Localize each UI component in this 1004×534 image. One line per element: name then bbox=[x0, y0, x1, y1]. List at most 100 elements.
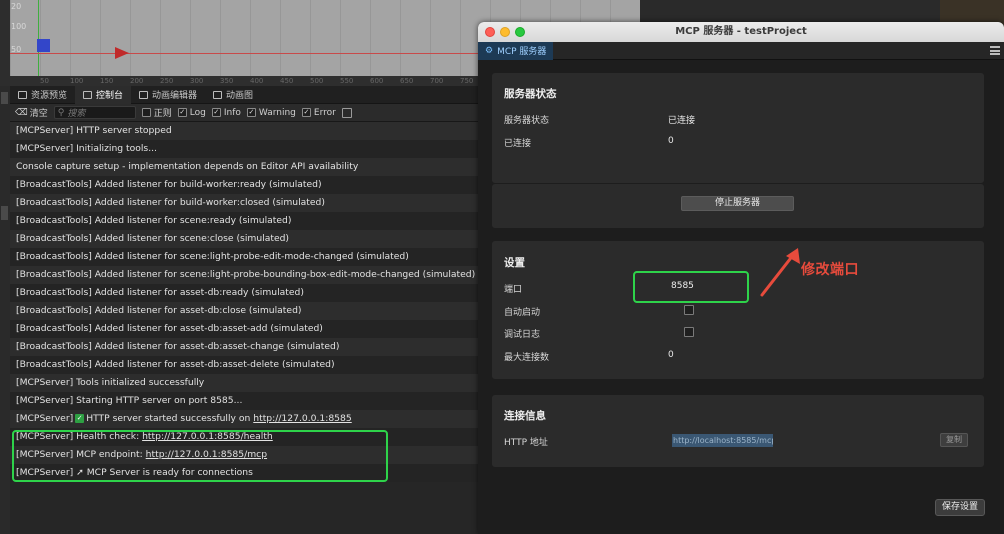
ruler-tick: 500 bbox=[310, 77, 324, 85]
ruler-tick: 400 bbox=[250, 77, 264, 85]
section-title: 服务器状态 bbox=[504, 88, 557, 100]
server-control-section: 停止服务器 bbox=[492, 184, 984, 228]
ruler-tick: 550 bbox=[340, 77, 354, 85]
check-icon: ✓ bbox=[177, 108, 187, 117]
tab-label: 控制台 bbox=[96, 91, 124, 101]
ruler-tick: 350 bbox=[220, 77, 234, 85]
server-status-section: 服务器状态 服务器状态 已连接 已连接 0 bbox=[492, 73, 984, 183]
log-text: [BroadcastTools] Added listener for buil… bbox=[16, 179, 322, 190]
panel-tabbar: ⚙ MCP 服务器 bbox=[478, 41, 1004, 60]
log-text: [BroadcastTools] Added listener for asse… bbox=[16, 305, 302, 316]
annotation-label: 修改端口 bbox=[801, 262, 859, 278]
log-row[interactable]: [BroadcastTools] Added listener for asse… bbox=[10, 302, 478, 320]
y-tick: 100 bbox=[11, 22, 27, 31]
auto-start-label: 自动启动 bbox=[504, 308, 541, 318]
log-text: Console capture setup - implementation d… bbox=[16, 161, 359, 172]
connection-info-section: 连接信息 HTTP 地址 http://localhost:8585/mcp 复… bbox=[492, 395, 984, 467]
info-label: Info bbox=[223, 107, 241, 118]
log-row[interactable]: [BroadcastTools] Added listener for asse… bbox=[10, 320, 478, 338]
log-label: Log bbox=[189, 107, 206, 118]
auto-start-checkbox[interactable] bbox=[684, 305, 694, 315]
log-prefix: [MCPServer] bbox=[16, 413, 74, 424]
ruler-tick: 200 bbox=[130, 77, 144, 85]
animation-editor-icon bbox=[139, 90, 149, 99]
log-row[interactable]: [BroadcastTools] Added listener for buil… bbox=[10, 176, 478, 194]
scene-gutter bbox=[0, 0, 10, 86]
warning-label: Warning bbox=[258, 107, 296, 118]
check-icon: ✓ bbox=[211, 108, 221, 117]
ruler-tick: 250 bbox=[160, 77, 174, 85]
window-titlebar[interactable]: MCP 服务器 - testProject bbox=[478, 22, 1004, 42]
save-log-icon[interactable] bbox=[341, 107, 352, 118]
log-row[interactable]: [BroadcastTools] Added listener for scen… bbox=[10, 266, 478, 284]
ruler-tick: 300 bbox=[190, 77, 204, 85]
max-connections-value[interactable]: 0 bbox=[668, 350, 674, 360]
clear-label: 清空 bbox=[29, 109, 48, 119]
log-link[interactable]: http://127.0.0.1:8585 bbox=[253, 413, 351, 424]
log-row[interactable]: [BroadcastTools] Added listener for asse… bbox=[10, 338, 478, 356]
tab-label: 动画编辑器 bbox=[152, 91, 198, 101]
console-toolbar: ⌫ 清空 ⚲ 搜索 正则 ✓ Log ✓ Info ✓ Warning ✓ Error bbox=[10, 104, 478, 122]
console-highlight-box bbox=[12, 430, 388, 482]
log-row[interactable]: [BroadcastTools] Added listener for scen… bbox=[10, 230, 478, 248]
stop-server-button[interactable]: 停止服务器 bbox=[681, 196, 794, 211]
check-icon: ✓ bbox=[301, 108, 311, 117]
log-row[interactable]: [BroadcastTools] Added listener for asse… bbox=[10, 356, 478, 374]
log-row[interactable]: [BroadcastTools] Added listener for scen… bbox=[10, 212, 478, 230]
y-tick: 20 bbox=[11, 2, 22, 11]
log-row[interactable]: [MCPServer] Starting HTTP server on port… bbox=[10, 392, 478, 410]
log-checkbox[interactable]: ✓ Log bbox=[177, 107, 206, 118]
scene-arrow-icon[interactable] bbox=[115, 47, 129, 59]
ruler-tick: 100 bbox=[70, 77, 84, 85]
search-placeholder: 搜索 bbox=[67, 109, 86, 119]
log-row[interactable]: Console capture setup - implementation d… bbox=[10, 158, 478, 176]
error-checkbox[interactable]: ✓ Error bbox=[301, 107, 336, 118]
gutter-handle-icon[interactable] bbox=[1, 206, 8, 220]
log-row[interactable]: [MCPServer] Tools initialized successful… bbox=[10, 374, 478, 392]
assets-icon bbox=[18, 90, 27, 99]
scene-y-ticks: 20 100 50 bbox=[11, 0, 35, 76]
gutter-handle-icon[interactable] bbox=[1, 92, 8, 104]
scene-node-square[interactable] bbox=[37, 39, 50, 52]
tab-mcp-server[interactable]: ⚙ MCP 服务器 bbox=[478, 41, 554, 60]
log-text: [BroadcastTools] Added listener for scen… bbox=[16, 251, 409, 262]
ruler-tick: 150 bbox=[100, 77, 114, 85]
error-label: Error bbox=[313, 107, 336, 118]
clear-icon: ⌫ bbox=[15, 107, 28, 118]
panel-menu-icon[interactable] bbox=[990, 46, 1000, 55]
checkbox-box bbox=[141, 108, 151, 117]
tab-label: MCP 服务器 bbox=[497, 47, 547, 57]
log-row[interactable]: [MCPServer] ✓ HTTP server started successf… bbox=[10, 410, 478, 428]
clear-button[interactable]: ⌫ 清空 bbox=[15, 106, 48, 120]
tab-assets[interactable]: 资源预览 bbox=[10, 86, 75, 104]
search-input[interactable]: ⚲ 搜索 bbox=[53, 106, 136, 119]
log-row[interactable]: [MCPServer] HTTP server stopped bbox=[10, 122, 478, 140]
save-settings-button[interactable]: 保存设置 bbox=[935, 499, 985, 516]
tab-animation-editor[interactable]: 动画编辑器 bbox=[131, 86, 205, 104]
maximize-window-icon[interactable] bbox=[515, 27, 525, 37]
log-text: [BroadcastTools] Added listener for asse… bbox=[16, 359, 335, 370]
log-row[interactable]: [BroadcastTools] Added listener for buil… bbox=[10, 194, 478, 212]
close-window-icon[interactable] bbox=[485, 27, 495, 37]
copy-button[interactable]: 复制 bbox=[940, 433, 968, 447]
info-checkbox[interactable]: ✓ Info bbox=[211, 107, 241, 118]
log-row[interactable]: [BroadcastTools] Added listener for scen… bbox=[10, 248, 478, 266]
ruler-tick: 450 bbox=[280, 77, 294, 85]
warning-checkbox[interactable]: ✓ Warning bbox=[246, 107, 296, 118]
regex-checkbox[interactable]: 正则 bbox=[141, 106, 172, 119]
log-text: [BroadcastTools] Added listener for scen… bbox=[16, 269, 476, 280]
tab-console[interactable]: 控制台 bbox=[75, 86, 132, 104]
minimize-window-icon[interactable] bbox=[500, 27, 510, 37]
log-text: [MCPServer] HTTP server stopped bbox=[16, 125, 172, 136]
log-text: [MCPServer] Tools initialized successful… bbox=[16, 377, 205, 388]
connected-label: 已连接 bbox=[504, 139, 532, 149]
window-title: MCP 服务器 - testProject bbox=[675, 26, 807, 37]
log-row[interactable]: [BroadcastTools] Added listener for asse… bbox=[10, 284, 478, 302]
log-text: [BroadcastTools] Added listener for asse… bbox=[16, 323, 323, 334]
debug-log-checkbox[interactable] bbox=[684, 327, 694, 337]
search-icon: ⚲ bbox=[57, 107, 65, 118]
log-row[interactable]: [MCPServer] Initializing tools... bbox=[10, 140, 478, 158]
http-address-field[interactable]: http://localhost:8585/mcp bbox=[672, 434, 773, 447]
tab-animation-graph[interactable]: 动画图 bbox=[205, 86, 261, 104]
screen: 20 100 50 50 100 150 200 250 300 350 400 450 500 5… bbox=[0, 0, 1004, 534]
